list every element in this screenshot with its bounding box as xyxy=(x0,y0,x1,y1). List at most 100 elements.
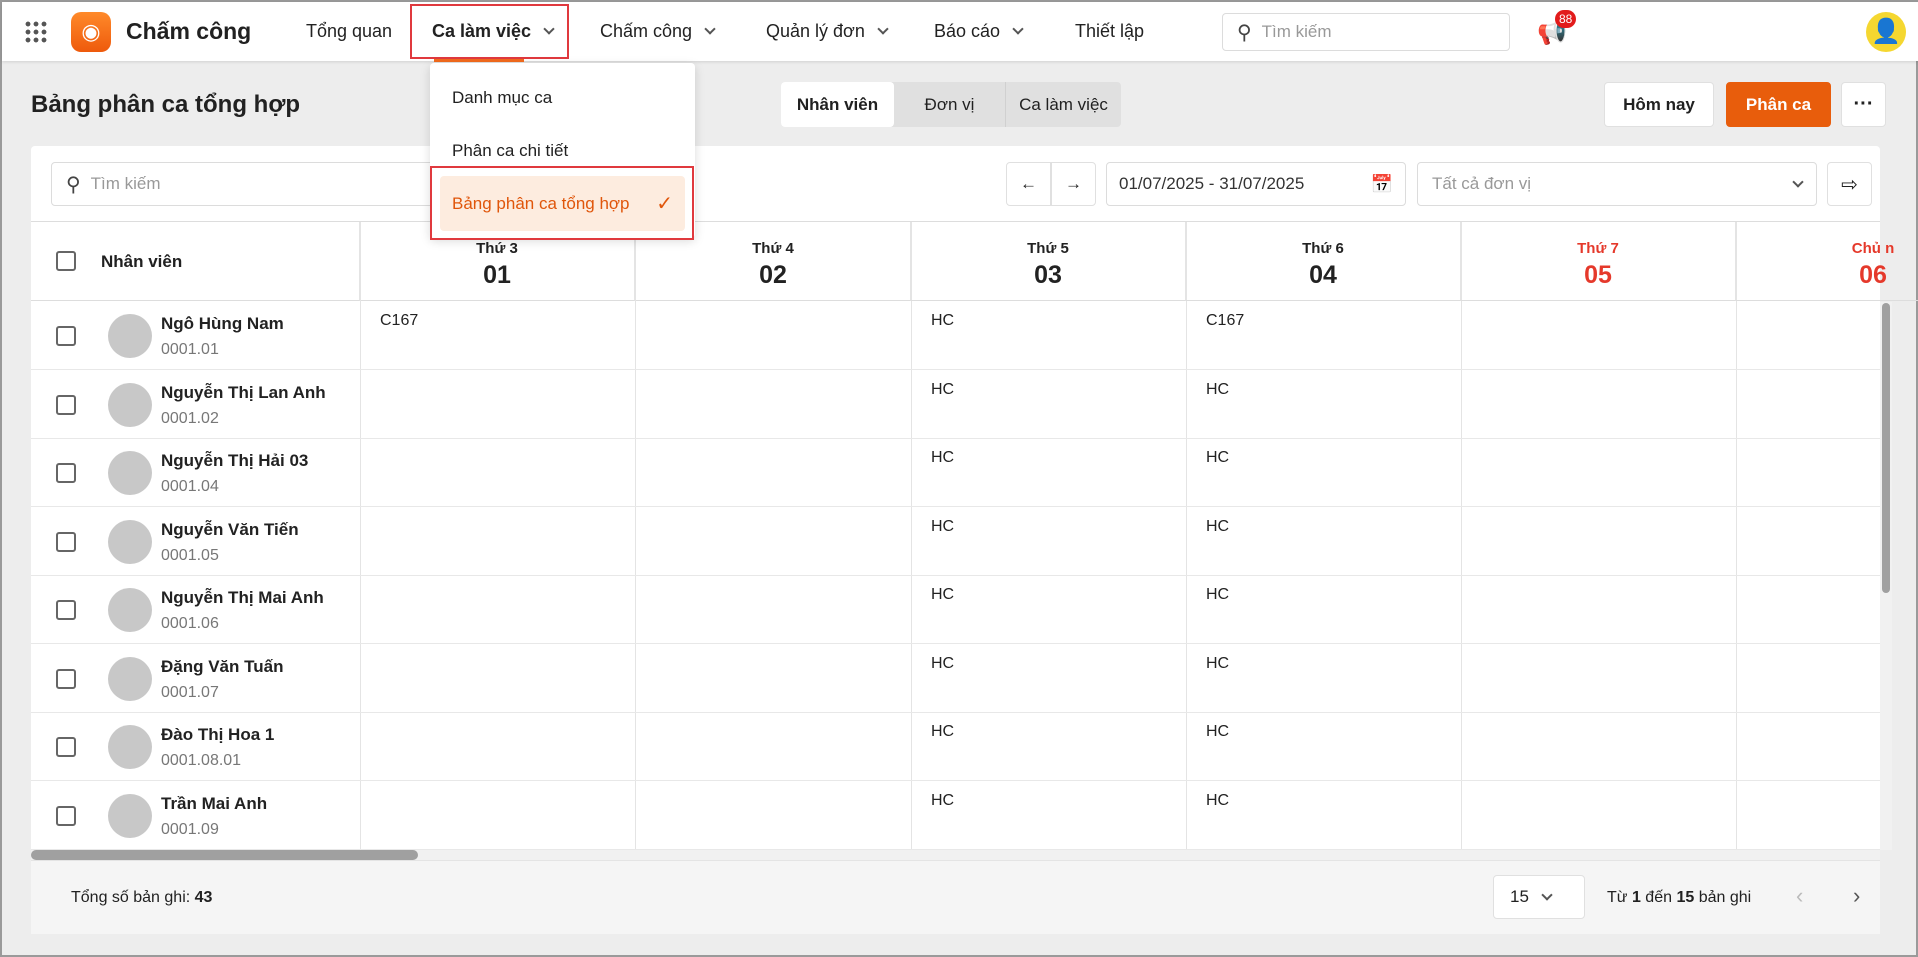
day-number: 03 xyxy=(1034,261,1062,289)
shift-cell[interactable]: HC xyxy=(931,312,954,330)
row-checkbox[interactable] xyxy=(56,394,76,415)
app-title: Chấm công xyxy=(126,18,252,44)
row-checkbox[interactable] xyxy=(56,326,76,346)
shift-cell[interactable]: HC xyxy=(1206,792,1229,810)
employee-header-label: Nhân viên xyxy=(101,252,183,271)
nav-ca-lam-viec[interactable]: Ca làm việc xyxy=(410,4,569,59)
employee-code: 0001.04 xyxy=(161,478,219,495)
menu-item-bang-phan-ca-tong-hop[interactable]: Bảng phân ca tổng hợp ✓ xyxy=(440,176,685,231)
unit-select-value: Tất cả đơn vị xyxy=(1432,174,1532,193)
table-row[interactable]: Đào Thị Hoa 1 0001.08.01 HC HC xyxy=(31,713,1880,781)
next-period-button[interactable]: → xyxy=(1051,162,1096,206)
prev-page-icon[interactable]: ‹ xyxy=(1796,883,1803,909)
shift-cell[interactable]: HC xyxy=(1206,381,1229,399)
nav-thiet-lap[interactable]: Thiết lập xyxy=(1075,2,1144,61)
day-column-header: Thứ 5 03 xyxy=(911,222,1186,301)
row-checkbox[interactable] xyxy=(56,668,76,689)
table-search-input[interactable]: ⚲ Tìm kiếm xyxy=(51,162,451,206)
row-checkbox[interactable] xyxy=(56,600,76,620)
horizontal-scrollbar[interactable] xyxy=(31,850,1880,860)
day-of-week: Thứ 7 xyxy=(1577,240,1619,257)
row-checkbox[interactable] xyxy=(56,463,76,483)
table-row[interactable]: Nguyễn Văn Tiến 0001.05 HC HC xyxy=(31,508,1880,576)
table-row[interactable]: Nguyễn Thị Hải 03 0001.04 HC HC xyxy=(31,439,1880,507)
nav-quan-ly-don[interactable]: Quản lý đơn xyxy=(766,2,889,61)
more-options-icon[interactable]: ··· xyxy=(1841,82,1886,127)
avatar xyxy=(108,314,152,358)
employee-name: Nguyễn Thị Lan Anh xyxy=(161,382,326,402)
chevron-down-icon xyxy=(1792,175,1804,188)
shift-cell[interactable]: HC xyxy=(1206,518,1229,536)
shift-cell[interactable]: HC xyxy=(1206,723,1229,741)
total-records: Tổng số bản ghi: 43 xyxy=(71,889,213,906)
shift-cell[interactable]: HC xyxy=(931,586,954,604)
search-icon: ⚲ xyxy=(66,173,81,196)
employee-name: Nguyễn Thị Hải 03 xyxy=(161,451,309,470)
table-row[interactable]: Đặng Văn Tuấn 0001.07 HC HC xyxy=(31,645,1880,713)
shift-cell[interactable]: C167 xyxy=(380,312,418,330)
page-size-value: 15 xyxy=(1510,887,1529,906)
top-header: ◉ Chấm công Tổng quan Ca làm việc Chấm c… xyxy=(2,2,1918,62)
app-logo-icon: ◉ xyxy=(71,12,111,52)
export-icon[interactable]: ⇨ xyxy=(1827,162,1872,206)
table-row[interactable]: Ngô Hùng Nam 0001.01 C167 HC C167 xyxy=(31,302,1880,370)
employee-name: Ngô Hùng Nam xyxy=(161,314,284,333)
shift-cell[interactable]: HC xyxy=(1206,586,1229,604)
shift-cell[interactable]: HC xyxy=(931,381,954,399)
calendar-icon: 📅 xyxy=(1370,173,1393,194)
employee-code: 0001.06 xyxy=(161,615,219,632)
day-of-week: Thứ 4 xyxy=(752,240,794,257)
table-row[interactable]: Nguyễn Thị Mai Anh 0001.06 HC HC xyxy=(31,576,1880,644)
search-icon: ⚲ xyxy=(1237,21,1252,44)
row-checkbox[interactable] xyxy=(56,805,76,826)
unit-select[interactable]: Tất cả đơn vị xyxy=(1417,162,1817,206)
tab-ca-lam-viec[interactable]: Ca làm việc xyxy=(1006,82,1121,127)
table-row[interactable]: Trần Mai Anh 0001.09 HC HC xyxy=(31,782,1880,850)
employee-code: 0001.08.01 xyxy=(161,752,242,769)
row-checkbox[interactable] xyxy=(56,531,76,552)
table-row[interactable]: Nguyễn Thị Lan Anh 0001.02 HC HC xyxy=(31,371,1880,439)
avatar xyxy=(108,519,152,564)
shift-cell[interactable]: HC xyxy=(931,449,954,467)
horizontal-scroll-thumb[interactable] xyxy=(31,850,418,860)
shift-cell[interactable]: HC xyxy=(931,792,954,810)
menu-item-danh-muc-ca[interactable]: Danh mục ca xyxy=(452,88,552,108)
today-button[interactable]: Hôm nay xyxy=(1604,82,1714,127)
ca-lam-viec-dropdown: Danh mục ca Phân ca chi tiết Bảng phân c… xyxy=(430,63,695,240)
shift-cell[interactable]: HC xyxy=(931,655,954,673)
nav-cham-cong[interactable]: Chấm công xyxy=(600,2,716,61)
menu-item-phan-ca-chi-tiet[interactable]: Phân ca chi tiết xyxy=(452,141,568,161)
tab-don-vi[interactable]: Đơn vị xyxy=(894,82,1006,127)
chevron-down-icon xyxy=(1541,888,1553,901)
tab-nhan-vien[interactable]: Nhân viên xyxy=(781,82,894,127)
employee-name: Trần Mai Anh xyxy=(161,793,268,813)
apps-grid-icon[interactable] xyxy=(24,20,48,44)
date-range-picker[interactable]: 01/07/2025 - 31/07/2025 📅 xyxy=(1106,162,1406,206)
shift-cell[interactable]: HC xyxy=(931,723,954,741)
avatar xyxy=(108,793,152,838)
checkmark-icon: ✓ xyxy=(656,193,673,215)
page-size-select[interactable]: 15 xyxy=(1493,875,1585,919)
vertical-scrollbar[interactable] xyxy=(1880,302,1892,850)
next-page-icon[interactable]: › xyxy=(1853,883,1860,909)
employee-code: 0001.07 xyxy=(161,683,219,701)
assign-shift-button[interactable]: Phân ca xyxy=(1726,82,1831,127)
global-search-input[interactable]: ⚲ Tìm kiếm xyxy=(1222,13,1510,51)
prev-period-button[interactable]: ← xyxy=(1006,162,1051,206)
nav-label: Thiết lập xyxy=(1075,21,1145,41)
shift-cell[interactable]: HC xyxy=(1206,655,1229,673)
row-checkbox[interactable] xyxy=(56,737,76,757)
user-avatar[interactable]: 👤 xyxy=(1866,12,1906,52)
shift-cell[interactable]: HC xyxy=(1206,449,1229,467)
nav-tong-quan[interactable]: Tổng quan xyxy=(306,2,392,61)
vertical-scroll-thumb[interactable] xyxy=(1882,303,1890,593)
day-number: 01 xyxy=(483,261,511,289)
select-all-checkbox[interactable] xyxy=(56,251,76,271)
day-column-header: Chủ n 06 xyxy=(1736,222,1918,301)
shift-cell[interactable]: C167 xyxy=(1206,312,1244,330)
nav-label: Ca làm việc xyxy=(432,21,532,41)
nav-bao-cao[interactable]: Báo cáo xyxy=(934,2,1024,61)
table-footer: Tổng số bản ghi: 43 15 Từ 1 đến 15 bản g… xyxy=(31,860,1880,934)
day-number: 04 xyxy=(1309,261,1337,289)
shift-cell[interactable]: HC xyxy=(931,518,954,536)
